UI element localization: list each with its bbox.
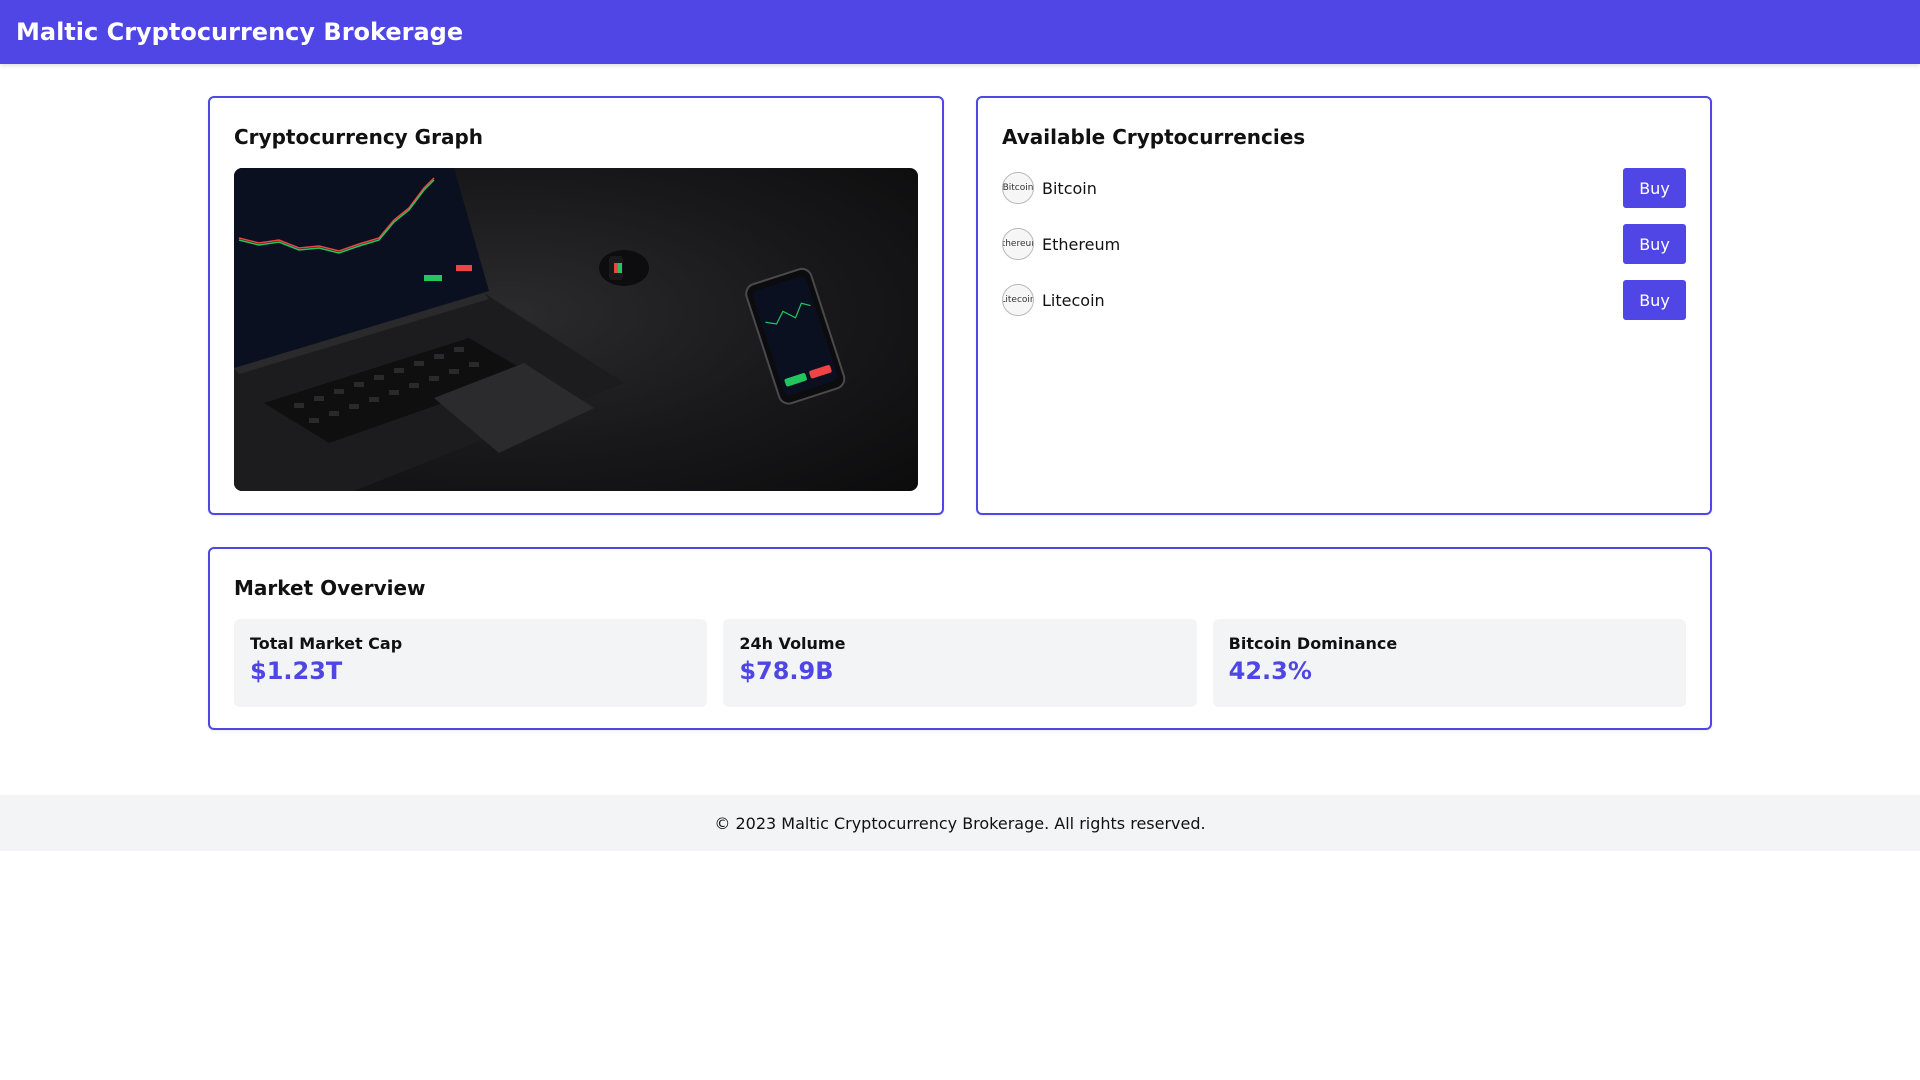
- stat-label: Total Market Cap: [250, 634, 403, 653]
- stat-total-market-cap: Total Market Cap $1.23T: [234, 619, 708, 707]
- crypto-card: Available Cryptocurrencies Bitcoin Bitco…: [976, 96, 1712, 515]
- stat-value: $1.23T: [250, 657, 343, 685]
- stat-label: 24h Volume: [739, 634, 846, 653]
- market-stats: Total Market Cap $1.23T 24h Volume $78.9…: [234, 619, 1686, 707]
- crypto-item-litecoin: Litecoin Litecoin Buy: [1002, 280, 1686, 320]
- graph-card: Cryptocurrency Graph: [208, 96, 944, 515]
- litecoin-logo-broken: Litecoin: [1002, 284, 1034, 316]
- stat-bitcoin-dominance: Bitcoin Dominance 42.3%: [1212, 619, 1686, 707]
- coin-name: Litecoin: [1042, 290, 1105, 310]
- buy-ethereum-button[interactable]: Buy: [1623, 224, 1686, 264]
- crypto-item-bitcoin: Bitcoin Bitcoin Buy: [1002, 168, 1686, 208]
- crypto-list: Bitcoin Bitcoin Buy Ethereum Ethereum Bu…: [1002, 168, 1686, 320]
- stat-value: 42.3%: [1228, 657, 1312, 685]
- app-header: Maltic Cryptocurrency Brokerage: [0, 0, 1920, 64]
- main-content: Cryptocurrency Graph Available Cryptocur…: [208, 64, 1712, 730]
- crypto-item-ethereum: Ethereum Ethereum Buy: [1002, 224, 1686, 264]
- bitcoin-logo-broken: Bitcoin: [1002, 172, 1034, 204]
- trading-devices-image: [234, 168, 918, 491]
- stat-value: $78.9B: [739, 657, 834, 685]
- coin-name: Bitcoin: [1042, 178, 1097, 198]
- page-footer: © 2023 Maltic Cryptocurrency Brokerage. …: [0, 795, 1920, 851]
- graph-title: Cryptocurrency Graph: [234, 125, 484, 149]
- market-title: Market Overview: [234, 576, 426, 600]
- ethereum-logo-broken: Ethereum: [1002, 228, 1034, 260]
- footer-text: © 2023 Maltic Cryptocurrency Brokerage. …: [714, 813, 1206, 833]
- buy-bitcoin-button[interactable]: Buy: [1623, 168, 1686, 208]
- coin-name: Ethereum: [1042, 234, 1121, 254]
- buy-litecoin-button[interactable]: Buy: [1623, 280, 1686, 320]
- trading-devices-illustration: [234, 168, 846, 491]
- market-overview-card: Market Overview Total Market Cap $1.23T …: [208, 547, 1712, 730]
- app-title: Maltic Cryptocurrency Brokerage: [16, 18, 464, 46]
- crypto-title: Available Cryptocurrencies: [1002, 125, 1306, 149]
- top-row: Cryptocurrency Graph Available Cryptocur…: [208, 96, 1712, 515]
- stat-label: Bitcoin Dominance: [1228, 634, 1398, 653]
- stat-24h-volume: 24h Volume $78.9B: [723, 619, 1197, 707]
